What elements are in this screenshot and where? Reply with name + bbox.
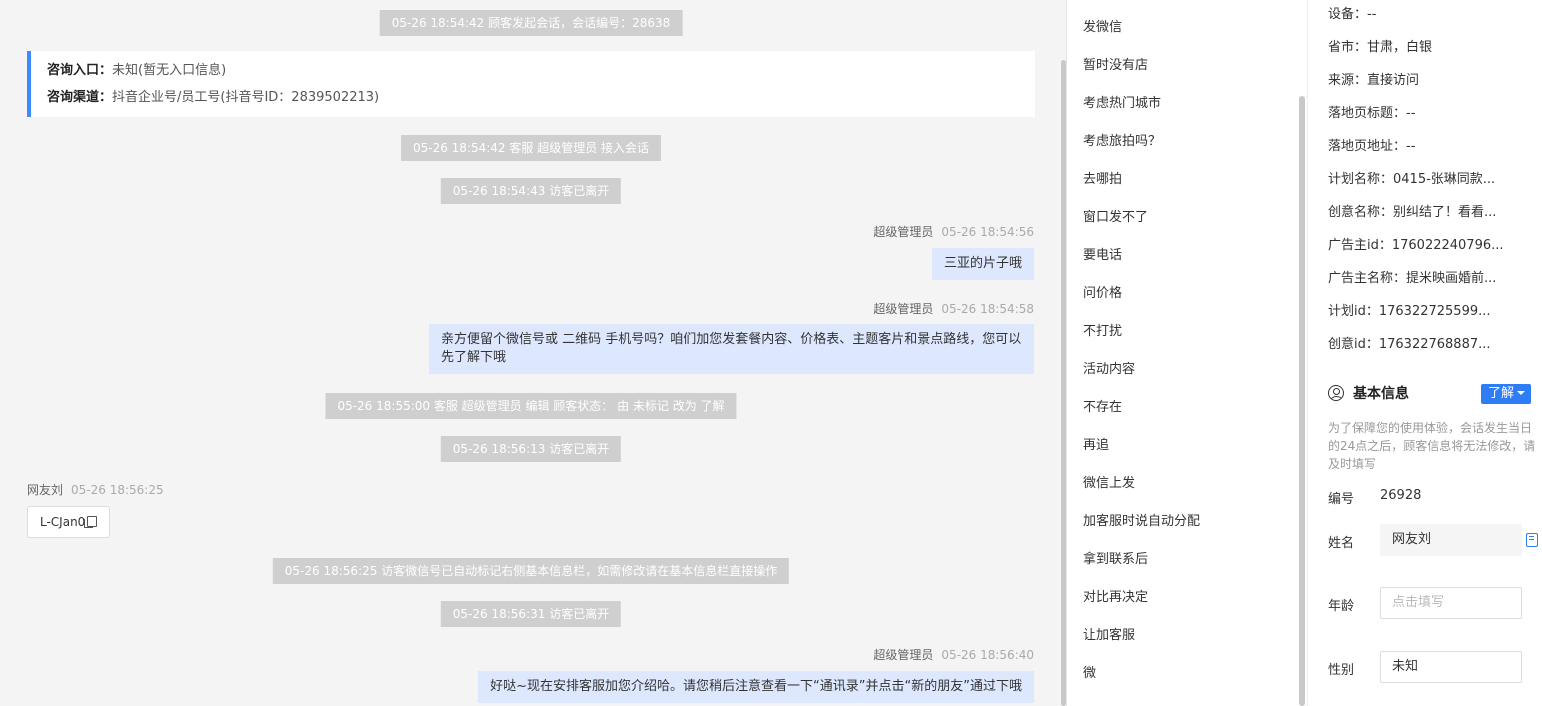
- system-message: 05-26 18:56:31 访客已离开: [440, 601, 622, 627]
- age-field[interactable]: 点击填写: [1380, 587, 1522, 619]
- quick-reply-scrollbar[interactable]: [1299, 96, 1305, 706]
- quick-reply-item[interactable]: 发微信: [1083, 16, 1122, 35]
- caret-down-icon: [1517, 391, 1526, 395]
- landing-url-info: 落地页地址：--: [1328, 139, 1416, 154]
- message-sender: 超级管理员: [873, 225, 934, 239]
- basic-info-label: 基本信息: [1353, 386, 1409, 402]
- system-message: 05-26 18:54:42 顾客发起会话，会话编号：28638: [379, 10, 683, 36]
- edit-notice: 为了保障您的使用体验，会话发生当日的24点之后，顾客信息将无法修改，请及时填写: [1328, 421, 1536, 471]
- user-circle-icon: [1328, 385, 1344, 401]
- message-meta: 超级管理员 05-26 18:54:58: [873, 300, 1034, 317]
- system-message: 05-26 18:54:42 客服 超级管理员 接入会话: [400, 135, 662, 161]
- id-label: 编号: [1328, 492, 1355, 507]
- message-time: 05-26 18:56:25: [71, 483, 164, 497]
- quick-reply-item[interactable]: 考虑旅拍吗？: [1083, 130, 1161, 149]
- message-time: 05-26 18:54:56: [941, 225, 1034, 239]
- source-info: 来源：直接访问: [1328, 73, 1420, 88]
- app-root: 05-26 18:54:42 顾客发起会话，会话编号：28638 咨询入口：未知…: [0, 0, 1542, 706]
- agent-message-bubble: 三亚的片子哦: [931, 248, 1034, 280]
- consult-entry-value: 未知(暂无入口信息): [112, 63, 227, 78]
- quick-reply-item[interactable]: 问价格: [1083, 282, 1122, 301]
- message-time: 05-26 18:56:40: [941, 648, 1034, 662]
- quick-reply-item[interactable]: 不打扰: [1083, 320, 1122, 339]
- quick-reply-item[interactable]: 不存在: [1083, 396, 1122, 415]
- message-sender: 超级管理员: [873, 302, 934, 316]
- customer-status-dropdown[interactable]: 了解: [1481, 384, 1532, 404]
- system-message: 05-26 18:54:43 访客已离开: [440, 178, 622, 204]
- name-label: 姓名: [1328, 536, 1355, 551]
- consult-entry-row: 咨询入口：未知(暂无入口信息): [47, 62, 1019, 89]
- name-field[interactable]: 网友刘: [1380, 524, 1522, 556]
- chat-panel: 05-26 18:54:42 顾客发起会话，会话编号：28638 咨询入口：未知…: [0, 0, 1067, 706]
- consult-channel-value: 抖音企业号/员工号(抖音号ID：2839502213): [112, 90, 380, 105]
- consult-channel-label: 咨询渠道：: [47, 90, 113, 105]
- quick-reply-item[interactable]: 对比再决定: [1083, 586, 1148, 605]
- device-info: 设备：--: [1328, 7, 1377, 22]
- landing-title-info: 落地页标题：--: [1328, 106, 1416, 121]
- quick-reply-item[interactable]: 微信上发: [1083, 472, 1135, 491]
- message-meta: 超级管理员 05-26 18:56:40: [873, 646, 1034, 663]
- advertiser-name-info: 广告主名称：提米映画婚前...: [1328, 271, 1497, 286]
- creative-name-info: 创意名称：别纠结了！看看...: [1328, 205, 1497, 220]
- system-message: 05-26 18:56:25 访客微信号已自动标记右侧基本信息栏，如需修改请在基…: [272, 558, 790, 584]
- basic-info-title: 基本信息: [1328, 383, 1409, 403]
- quick-reply-item[interactable]: 加客服时说自动分配: [1083, 510, 1200, 529]
- id-value: 26928: [1380, 488, 1422, 503]
- quick-reply-item[interactable]: 考虑热门城市: [1083, 92, 1161, 111]
- gender-select[interactable]: 未知: [1380, 651, 1522, 683]
- quick-reply-item[interactable]: 窗口发不了: [1083, 206, 1148, 225]
- visitor-message-text: L-CJan0: [40, 515, 86, 529]
- age-label: 年龄: [1328, 599, 1355, 614]
- quick-reply-item[interactable]: 活动内容: [1083, 358, 1135, 377]
- advertiser-id-info: 广告主id：176022240796...: [1328, 238, 1504, 253]
- quick-reply-item[interactable]: 要电话: [1083, 244, 1122, 263]
- message-meta: 网友刘 05-26 18:56:25: [27, 481, 164, 498]
- creative-id-info: 创意id：176322768887...: [1328, 337, 1491, 352]
- quick-reply-item[interactable]: 微: [1083, 662, 1096, 681]
- system-message: 05-26 18:55:00 客服 超级管理员 编辑 顾客状态： 由 未标记 改…: [325, 393, 737, 419]
- message-time: 05-26 18:54:58: [941, 302, 1034, 316]
- customer-info-panel: 设备：-- 省市：甘肃，白银 来源：直接访问 落地页标题：-- 落地页地址：--…: [1307, 0, 1542, 706]
- plan-name-info: 计划名称：0415-张琳同款...: [1328, 172, 1496, 187]
- consult-channel-row: 咨询渠道：抖音企业号/员工号(抖音号ID：2839502213): [47, 89, 1019, 116]
- consult-entry-label: 咨询入口：: [47, 63, 113, 78]
- message-sender: 网友刘: [27, 483, 64, 497]
- quick-reply-item[interactable]: 暂时没有店: [1083, 54, 1148, 73]
- agent-message-bubble: 亲方便留个微信号或 二维码 手机号吗？咱们加您发套餐内容、价格表、主题客片和景点…: [429, 324, 1034, 374]
- gender-label: 性别: [1328, 663, 1355, 678]
- visitor-message-bubble: L-CJan0: [27, 506, 111, 538]
- customer-status-label: 了解: [1488, 386, 1515, 401]
- system-message: 05-26 18:56:13 访客已离开: [440, 436, 622, 462]
- chat-scrollbar[interactable]: [1061, 60, 1066, 706]
- quick-reply-item[interactable]: 再追: [1083, 434, 1109, 453]
- agent-message-bubble: 好哒~现在安排客服加您介绍哈。请您稍后注意查看一下“通讯录”并点击“新的朋友”通…: [478, 671, 1034, 703]
- copy-icon[interactable]: [1526, 533, 1538, 547]
- consult-info-card: 咨询入口：未知(暂无入口信息) 咨询渠道：抖音企业号/员工号(抖音号ID：283…: [27, 51, 1035, 117]
- quick-reply-item[interactable]: 让加客服: [1083, 624, 1135, 643]
- quick-reply-item[interactable]: 去哪拍: [1083, 168, 1122, 187]
- region-info: 省市：甘肃，白银: [1328, 40, 1433, 55]
- message-meta: 超级管理员 05-26 18:54:56: [873, 223, 1034, 240]
- plan-id-info: 计划id：176322725599...: [1328, 304, 1491, 319]
- copy-icon[interactable]: [84, 516, 98, 528]
- quick-reply-item[interactable]: 拿到联系后: [1083, 548, 1148, 567]
- quick-reply-list: 发微信 暂时没有店 考虑热门城市 考虑旅拍吗？ 去哪拍 窗口发不了 要电话 问价…: [1067, 0, 1307, 706]
- message-sender: 超级管理员: [873, 648, 934, 662]
